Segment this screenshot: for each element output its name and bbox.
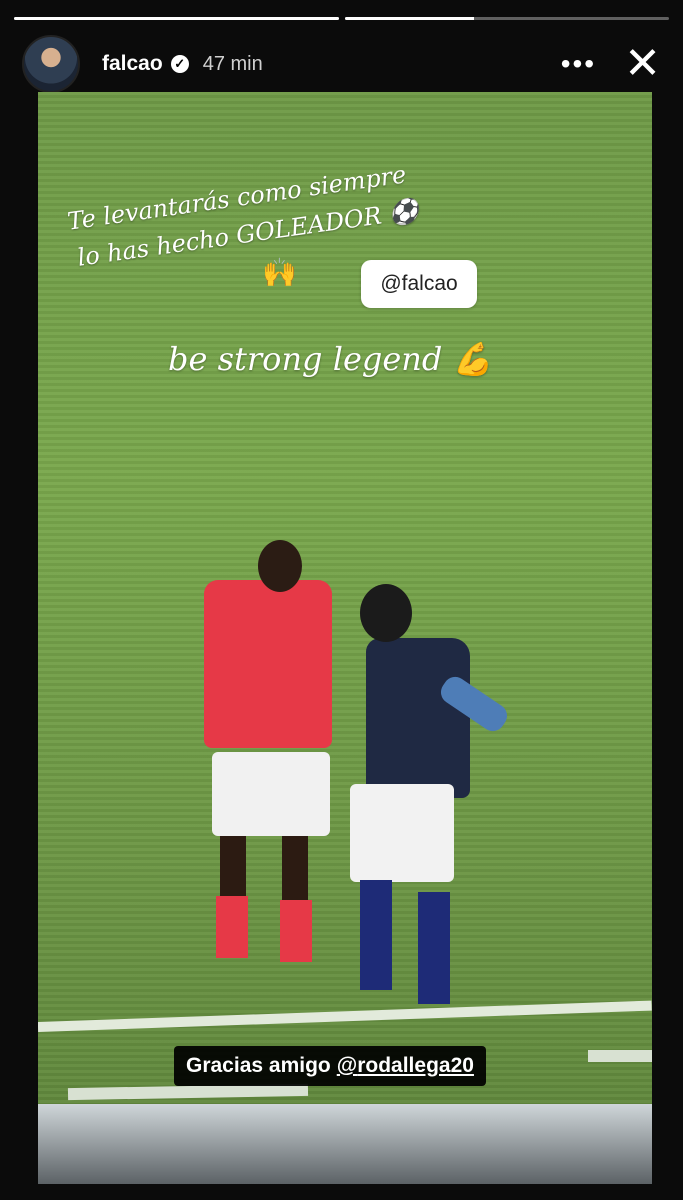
raised-hands-icon: 🙌 [262, 257, 297, 288]
pitch-line [588, 1050, 652, 1062]
progress-segment-2 [344, 17, 669, 20]
pitch-line [38, 1000, 652, 1032]
player-blue-leg [360, 880, 392, 990]
player-blue-head [360, 584, 412, 642]
avatar[interactable] [22, 35, 80, 93]
player-red-shorts [212, 752, 330, 836]
mention-prefix: @ [380, 272, 402, 295]
stadium-wall [38, 1104, 652, 1184]
flexed-biceps-icon: 💪 [452, 340, 493, 378]
timestamp: 47 min [202, 52, 263, 75]
story-progress [14, 17, 669, 20]
player-red-sock [216, 896, 248, 958]
mention-username: falcao [401, 272, 458, 295]
player-blue-shorts [350, 784, 454, 882]
player-red-sock [280, 900, 312, 962]
progress-segment-1 [14, 17, 339, 20]
username[interactable]: falcao [102, 52, 163, 76]
mention-sticker[interactable]: @ falcao [361, 260, 477, 308]
caption-mention[interactable]: @rodallega20 [337, 1054, 474, 1078]
soccer-ball-icon: ⚽ [387, 196, 421, 229]
story-header: falcao ✓ 47 min ••• ✕ [22, 35, 661, 93]
pitch-line [67, 1083, 309, 1101]
player-red-head [258, 540, 302, 592]
caption: Gracias amigo @rodallega20 [174, 1046, 486, 1086]
caption-text: Gracias amigo [186, 1054, 331, 1077]
close-icon[interactable]: ✕ [624, 42, 661, 86]
player-red-jersey [204, 580, 332, 748]
story-media: Te levantarás como siempre lo has hecho … [38, 92, 652, 1184]
story-frame: falcao ✓ 47 min ••• ✕ Te levantarás como… [0, 0, 683, 1200]
overlay-text-line-3: be strong legend 💪 [168, 340, 493, 378]
player-blue-leg [418, 892, 450, 1004]
player-blue-jersey [366, 638, 470, 798]
more-options-icon[interactable]: ••• [561, 50, 596, 78]
verified-icon: ✓ [170, 55, 189, 73]
